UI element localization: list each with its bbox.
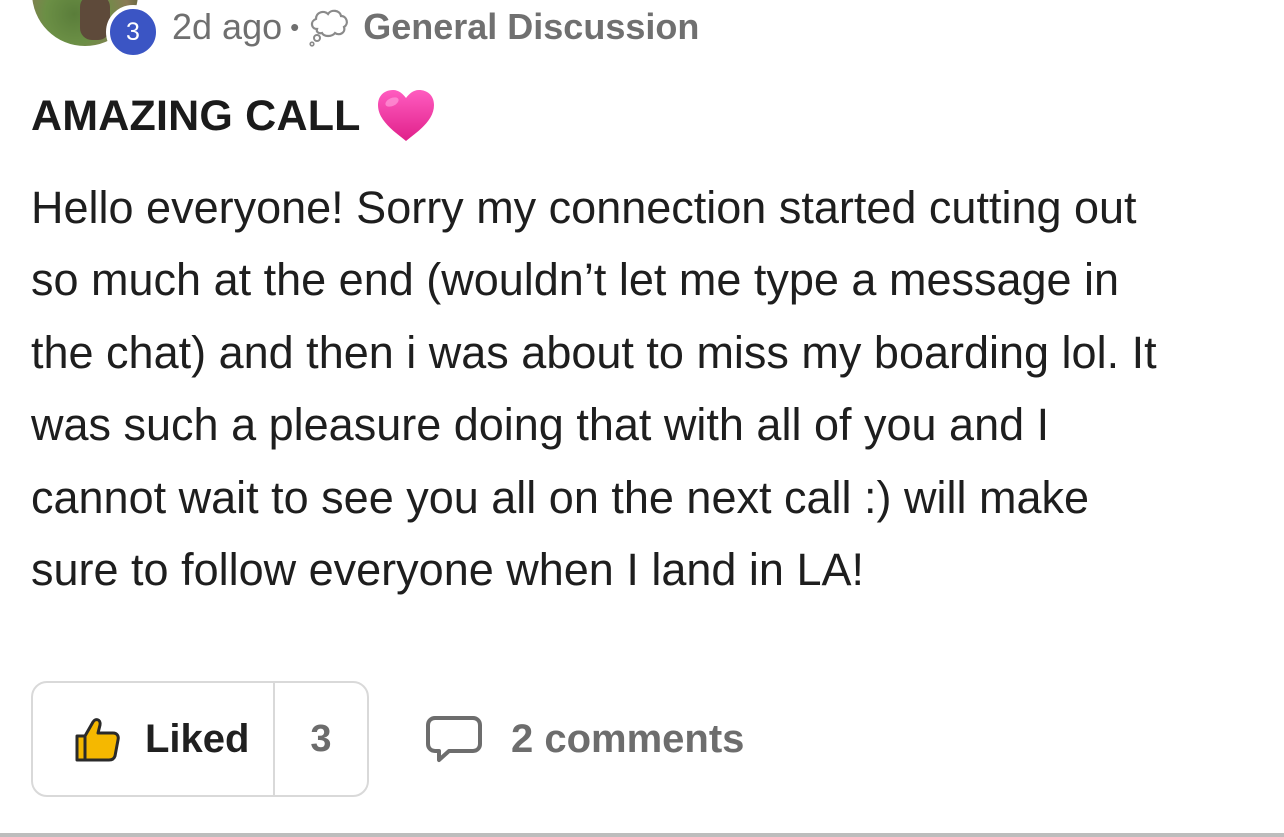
like-label: Liked — [145, 716, 250, 761]
post-body-line: cannot wait to see you all on the next c… — [31, 471, 1090, 523]
thumbs-up-icon — [73, 714, 123, 764]
post-actions: Liked 3 2 comments — [31, 680, 744, 798]
post-body: Hello everyone! Sorry my connection star… — [31, 172, 1256, 606]
like-group: Liked 3 — [31, 681, 369, 797]
thought-bubble-icon — [307, 7, 351, 47]
post-body-line: was such a pleasure doing that with all … — [31, 399, 1050, 451]
meta-separator: • — [290, 11, 300, 42]
post-card: 3 2d ago • General Discussion AMAZING CA… — [0, 0, 1284, 835]
comments-label: 2 comments — [511, 716, 745, 761]
post-body-line: so much at the end (wouldn’t let me type… — [31, 254, 1120, 306]
comments-button[interactable]: 2 comments — [425, 714, 744, 764]
pink-heart-icon — [375, 87, 437, 145]
post-title-text: AMAZING CALL — [31, 91, 361, 140]
post-title[interactable]: AMAZING CALL — [31, 84, 437, 148]
author-level-value: 3 — [126, 17, 140, 46]
author-level-badge: 3 — [106, 5, 160, 59]
post-time: 2d ago — [172, 6, 283, 47]
post-body-line: the chat) and then i was about to miss m… — [31, 326, 1157, 378]
post-body-line: sure to follow everyone when I land in L… — [31, 544, 864, 596]
post-category-link[interactable]: General Discussion — [363, 6, 699, 48]
comment-bubble-icon — [425, 714, 483, 764]
like-count[interactable]: 3 — [275, 683, 367, 795]
like-button[interactable]: Liked — [33, 683, 275, 795]
post-body-line: Hello everyone! Sorry my connection star… — [31, 182, 1137, 233]
post-divider — [0, 833, 1284, 837]
post-meta: 2d ago • General Discussion — [172, 2, 699, 52]
